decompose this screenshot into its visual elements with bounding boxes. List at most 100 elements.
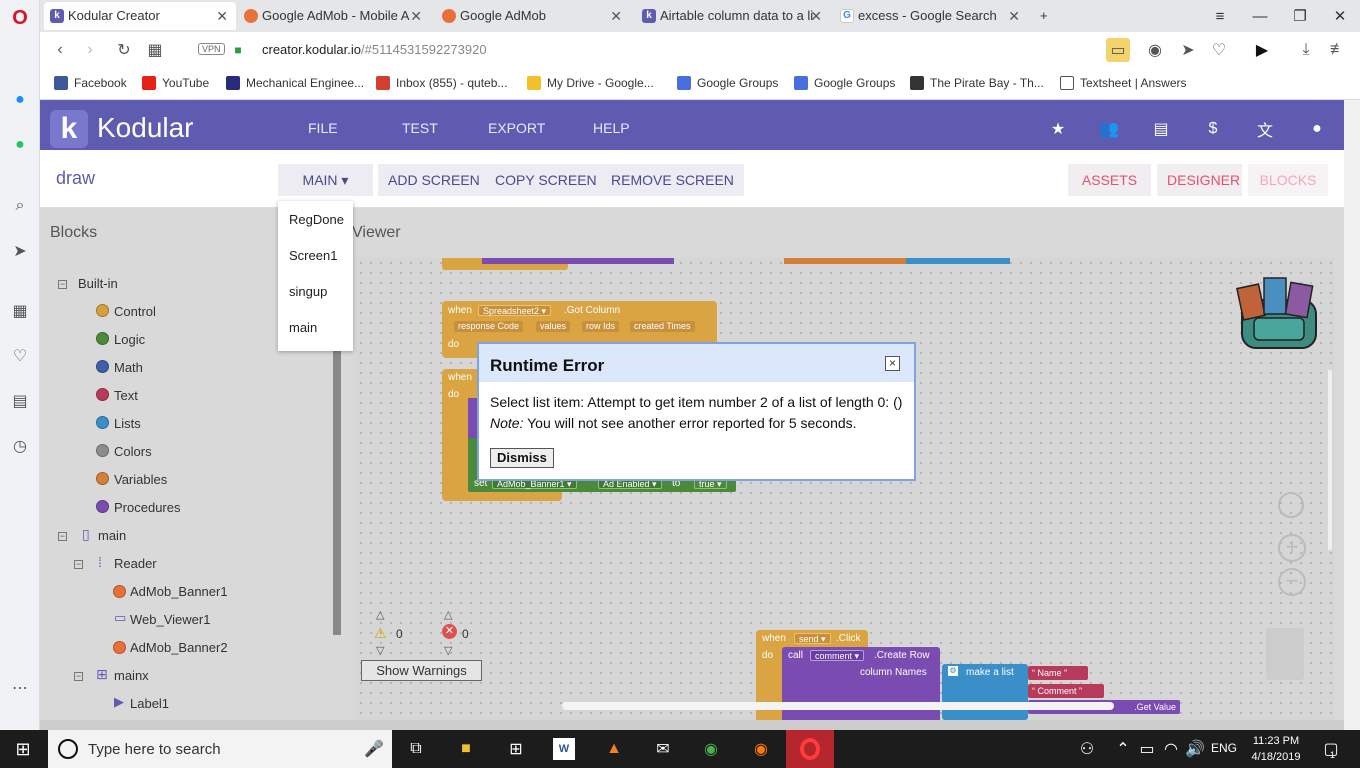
more-icon[interactable]: ⋯ (8, 676, 32, 700)
blocks-button[interactable]: BLOCKS (1248, 164, 1328, 196)
menu-help[interactable]: HELP (593, 120, 630, 136)
send-chip[interactable]: send ▾ (794, 633, 831, 644)
messenger-icon[interactable]: ● (8, 88, 32, 112)
forward-icon[interactable]: › (78, 38, 102, 62)
tree-variables[interactable]: Variables (114, 472, 167, 487)
speed-dial-icon[interactable]: ▦ (8, 299, 32, 323)
param-chip[interactable]: response Code (454, 321, 524, 332)
url-field[interactable]: creator.kodular.io/#5114531592273920 (262, 42, 487, 57)
tree-label1[interactable]: Label1 (130, 696, 169, 711)
collapse-icon[interactable]: − (74, 672, 83, 681)
menu-test[interactable]: TEST (402, 120, 438, 136)
menu-file[interactable]: FILE (308, 120, 338, 136)
recenter-icon[interactable] (1278, 492, 1304, 518)
close-icon[interactable]: ✕ (610, 2, 622, 30)
bookmark-inbox[interactable]: Inbox (855) - quteb... (376, 76, 507, 90)
backpack-icon[interactable] (1234, 272, 1324, 354)
errors-down-icon[interactable]: ▽ (444, 644, 452, 657)
designer-button[interactable]: DESIGNER (1157, 164, 1242, 196)
close-icon[interactable]: ✕ (810, 2, 822, 30)
store-icon[interactable]: ⊞ (505, 738, 527, 760)
errors-up-icon[interactable]: △ (444, 608, 452, 621)
translate-icon[interactable]: 文 (1254, 118, 1276, 140)
tree-logic[interactable]: Logic (114, 332, 145, 347)
reload-icon[interactable]: ↻ (112, 38, 136, 62)
comment-chip[interactable]: comment ▾ (810, 650, 865, 661)
tree-builtin[interactable]: Built-in (78, 276, 118, 291)
zoom-in-icon[interactable]: + (1278, 534, 1306, 562)
partial-block[interactable] (784, 258, 908, 264)
restore-icon[interactable]: ❐ (1280, 0, 1320, 32)
system-clock[interactable]: 11:23 PM 4/18/2019 (1248, 733, 1304, 765)
taskbar-search[interactable]: Type here to search 🎤 (48, 730, 392, 768)
screen-option-main[interactable]: main (289, 320, 317, 335)
back-icon[interactable]: ‹ (48, 38, 72, 62)
tree-control[interactable]: Control (114, 304, 156, 319)
camera-icon[interactable]: ◉ (1143, 38, 1167, 62)
tree-admob-banner1[interactable]: AdMob_Banner1 (130, 584, 228, 599)
vpn-badge[interactable]: VPN (198, 43, 225, 55)
account-icon[interactable]: ● (1306, 118, 1328, 140)
bookmark-groups-2[interactable]: Google Groups (794, 76, 895, 90)
remove-screen-button[interactable]: REMOVE SCREEN (601, 164, 744, 196)
minimize-icon[interactable]: — (1240, 0, 1280, 32)
page-scrollbar[interactable] (1344, 100, 1360, 730)
opera-logo-icon[interactable]: O (8, 6, 32, 30)
workspace-vertical-scrollbar[interactable] (1328, 370, 1332, 550)
word-icon[interactable]: W (553, 738, 575, 760)
screen-option-regdone[interactable]: RegDone (289, 212, 344, 227)
tree-reader[interactable]: Reader (114, 556, 157, 571)
lock-icon[interactable]: ■ (226, 38, 250, 62)
mail-icon[interactable]: ✉ (652, 738, 674, 760)
trash-icon[interactable] (1266, 628, 1304, 680)
snapshot-icon[interactable]: ▭ (1106, 38, 1130, 62)
tab-airtable[interactable]: k Airtable column data to a li ✕ (636, 2, 830, 30)
tree-text[interactable]: Text (114, 388, 138, 403)
bookmark-mechanical[interactable]: Mechanical Enginee... (226, 76, 364, 90)
text-block-name[interactable]: “ Name ” (1028, 666, 1088, 680)
bookmark-textsheet[interactable]: Textsheet | Answers (1060, 76, 1187, 90)
battery-icon[interactable]: ▭ (1136, 738, 1158, 760)
blocks-workspace[interactable]: when Spreadsheet2 ▾ .Got Column response… (356, 258, 1334, 720)
assets-button[interactable]: ASSETS (1068, 164, 1151, 196)
tab-menu-icon[interactable]: ≡ (1200, 0, 1240, 32)
param-chip[interactable]: created Times (630, 321, 695, 332)
text-block-comment[interactable]: “ Comment ” (1028, 684, 1104, 698)
tray-chevron-icon[interactable]: ⌃ (1112, 738, 1134, 760)
menu-export[interactable]: EXPORT (488, 120, 545, 136)
screen-option-singup[interactable]: singup (289, 284, 327, 299)
tab-admob[interactable]: Google AdMob ✕ (436, 2, 630, 30)
firefox-icon[interactable]: ◉ (750, 738, 772, 760)
file-explorer-icon[interactable]: ■ (455, 738, 477, 760)
send-icon[interactable]: ➤ (8, 239, 32, 263)
heart-icon[interactable]: ♡ (8, 344, 32, 368)
tree-mainx[interactable]: mainx (114, 668, 149, 683)
bookmark-groups-1[interactable]: Google Groups (677, 76, 778, 90)
bookmark-facebook[interactable]: Facebook (54, 76, 127, 90)
collapse-icon[interactable]: − (58, 532, 67, 541)
share-icon[interactable]: ➤ (1176, 38, 1200, 62)
people-icon[interactable]: 👥 (1098, 118, 1120, 140)
tree-main[interactable]: main (98, 528, 126, 543)
workspace-horizontal-scrollbar[interactable] (562, 702, 1114, 710)
search-icon[interactable]: ⌕ (8, 194, 32, 218)
easy-setup-icon[interactable]: ≢ (1326, 38, 1350, 62)
zoom-out-icon[interactable]: − (1278, 568, 1306, 596)
vlc-icon[interactable]: ▲ (603, 738, 625, 760)
bookmark-piratebay[interactable]: The Pirate Bay - Th... (910, 76, 1044, 90)
bookmark-drive[interactable]: My Drive - Google... (527, 76, 654, 90)
window-close-icon[interactable]: ✕ (1320, 0, 1360, 32)
copy-screen-button[interactable]: COPY SCREEN (485, 164, 607, 196)
kodular-logo-icon[interactable]: k (50, 110, 88, 148)
volume-icon[interactable]: 🔊 (1184, 738, 1206, 760)
microphone-icon[interactable]: 🎤 (364, 739, 384, 759)
library-icon[interactable]: ▤ (1150, 118, 1172, 140)
screen-option-screen1[interactable]: Screen1 (289, 248, 337, 263)
history-icon[interactable]: ◷ (8, 434, 32, 458)
warnings-down-icon[interactable]: ▽ (376, 644, 384, 657)
partial-block[interactable] (906, 258, 1010, 264)
tree-lists[interactable]: Lists (114, 416, 141, 431)
close-icon[interactable]: ✕ (1008, 2, 1020, 30)
download-icon[interactable]: ⤓ (1294, 38, 1318, 62)
tab-admob-mobile[interactable]: Google AdMob - Mobile A ✕ (238, 2, 430, 30)
